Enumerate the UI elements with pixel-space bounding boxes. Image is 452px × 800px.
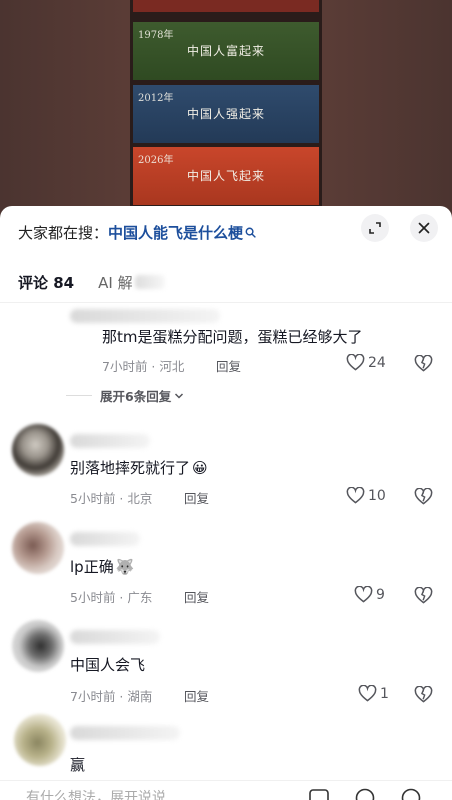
- video-background[interactable]: 1978年 中国人富起来 2012年 中国人强起来 2026年 中国人飞起来: [0, 0, 452, 215]
- username-blurred[interactable]: [70, 532, 140, 546]
- close-button[interactable]: [410, 214, 438, 242]
- tab-comments[interactable]: 评论 84: [18, 270, 74, 294]
- image-icon[interactable]: [308, 787, 330, 800]
- comment-meta: 5小时前 · 北京: [70, 491, 153, 506]
- like-button[interactable]: 24: [346, 354, 386, 371]
- avatar[interactable]: [14, 714, 66, 766]
- avatar[interactable]: [12, 424, 64, 476]
- at-icon[interactable]: [354, 787, 376, 800]
- search-icon: [245, 227, 256, 238]
- dislike-button[interactable]: [414, 586, 433, 608]
- reply-button[interactable]: 回复: [184, 686, 209, 705]
- chevron-down-icon: [175, 392, 184, 399]
- comment-sheet: 大家都在搜： 中国人能飞是什么梗 评论 84 AI 解 那tm是蛋糕分配问题，蛋…: [0, 206, 452, 800]
- broken-heart-icon: [414, 685, 433, 703]
- expand-button[interactable]: [361, 214, 389, 242]
- video-panel-2026: 2026年 中国人飞起来: [133, 147, 319, 205]
- comment-text: 赢: [70, 756, 86, 774]
- username-blurred[interactable]: [70, 726, 180, 740]
- tab-ai[interactable]: AI 解: [98, 270, 165, 294]
- heart-icon: [346, 487, 365, 504]
- heart-icon: [358, 685, 377, 702]
- username-blurred[interactable]: [70, 630, 160, 644]
- comment-input-bar: 有什么想法，展开说说: [0, 780, 452, 800]
- video-panel-2012: 2012年 中国人强起来: [133, 85, 319, 143]
- reply-button[interactable]: 回复: [216, 356, 241, 375]
- dislike-button[interactable]: [414, 685, 433, 707]
- broken-heart-icon: [414, 586, 433, 604]
- heart-icon: [354, 586, 373, 603]
- like-count: 9: [376, 586, 385, 603]
- video-panel-1978: 1978年 中国人富起来: [133, 22, 319, 80]
- username-blurred[interactable]: [70, 434, 150, 448]
- avatar[interactable]: [12, 522, 64, 574]
- divider: [66, 395, 92, 396]
- dislike-button[interactable]: [414, 487, 433, 509]
- video-panel-top: [133, 0, 319, 12]
- like-button[interactable]: 1: [358, 685, 389, 702]
- broken-heart-icon: [414, 354, 433, 372]
- wolf-emoji-icon: 🐺: [115, 557, 135, 576]
- blurred-text: [134, 275, 165, 289]
- panel-year: 2026年: [138, 155, 174, 166]
- panel-caption: 中国人飞起来: [186, 169, 265, 183]
- reply-button[interactable]: 回复: [184, 488, 209, 507]
- comment-meta: 5小时前 · 广东: [70, 590, 153, 605]
- like-button[interactable]: 10: [346, 487, 386, 504]
- like-button[interactable]: 9: [354, 586, 385, 603]
- comment-input[interactable]: 有什么想法，展开说说: [26, 787, 166, 800]
- like-count: 24: [368, 354, 386, 371]
- tab-ai-label: AI 解: [98, 273, 133, 292]
- search-query: 中国人能飞是什么梗: [108, 223, 244, 242]
- comment-text: lp正确 🐺: [70, 557, 135, 577]
- search-prefix: 大家都在搜：: [18, 223, 109, 242]
- panel-caption: 中国人富起来: [186, 44, 265, 58]
- expand-icon: [369, 222, 381, 234]
- like-count: 10: [368, 487, 386, 504]
- close-icon: [418, 222, 430, 234]
- expand-replies-label: 展开6条回复: [100, 389, 172, 404]
- comment-meta: 7小时前 · 河北: [102, 359, 185, 374]
- panel-caption: 中国人强起来: [186, 107, 265, 121]
- panel-year: 1978年: [138, 30, 174, 41]
- dislike-button[interactable]: [414, 354, 433, 376]
- reply-button[interactable]: 回复: [184, 587, 209, 606]
- comment-text: 别落地摔死就行了 😀: [70, 458, 208, 478]
- username-blurred[interactable]: [70, 309, 220, 323]
- search-suggestion[interactable]: 大家都在搜： 中国人能飞是什么梗: [18, 220, 256, 244]
- search-query-link[interactable]: 中国人能飞是什么梗: [108, 222, 256, 243]
- heart-icon: [346, 354, 365, 371]
- avatar[interactable]: [12, 620, 64, 672]
- panel-year: 2012年: [138, 93, 174, 104]
- emoji-icon[interactable]: [400, 787, 422, 800]
- divider: [0, 302, 452, 303]
- comment-meta: 7小时前 · 湖南: [70, 689, 153, 704]
- expand-replies-button[interactable]: 展开6条回复: [66, 386, 184, 405]
- comment-text: 那tm是蛋糕分配问题，蛋糕已经够大了: [102, 328, 363, 346]
- broken-heart-icon: [414, 487, 433, 505]
- smile-emoji-icon: 😀: [192, 458, 208, 477]
- tab-comments-label: 评论 84: [18, 273, 75, 292]
- comment-tabs: 评论 84 AI 解: [18, 270, 189, 294]
- comment-text: 中国人会飞: [70, 656, 146, 674]
- like-count: 1: [380, 685, 389, 702]
